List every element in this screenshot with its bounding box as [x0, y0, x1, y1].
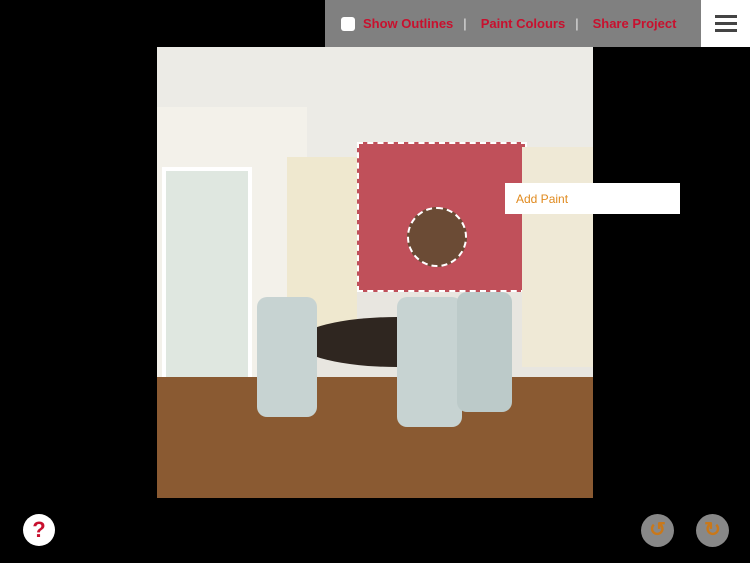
- separator: |: [463, 16, 467, 31]
- undo-icon: ↺: [649, 519, 666, 541]
- top-toolbar: Show Outlines | Paint Colours | Share Pr…: [325, 0, 701, 47]
- show-outlines-checkbox[interactable]: [341, 16, 355, 31]
- paint-colours-button[interactable]: Paint Colours: [481, 16, 566, 31]
- show-outlines-button[interactable]: Show Outlines: [363, 16, 453, 31]
- separator: |: [575, 16, 579, 31]
- hamburger-icon: [714, 15, 737, 32]
- question-icon: ?: [32, 517, 46, 542]
- share-project-button[interactable]: Share Project: [593, 16, 677, 31]
- redo-icon: ↻: [704, 519, 721, 541]
- room-photo[interactable]: [157, 47, 593, 498]
- add-paint-menu-item[interactable]: Add Paint: [505, 183, 680, 214]
- undo-button[interactable]: ↺: [641, 514, 674, 547]
- menu-button[interactable]: [701, 0, 750, 47]
- help-button[interactable]: ?: [23, 514, 55, 546]
- redo-button[interactable]: ↻: [696, 514, 729, 547]
